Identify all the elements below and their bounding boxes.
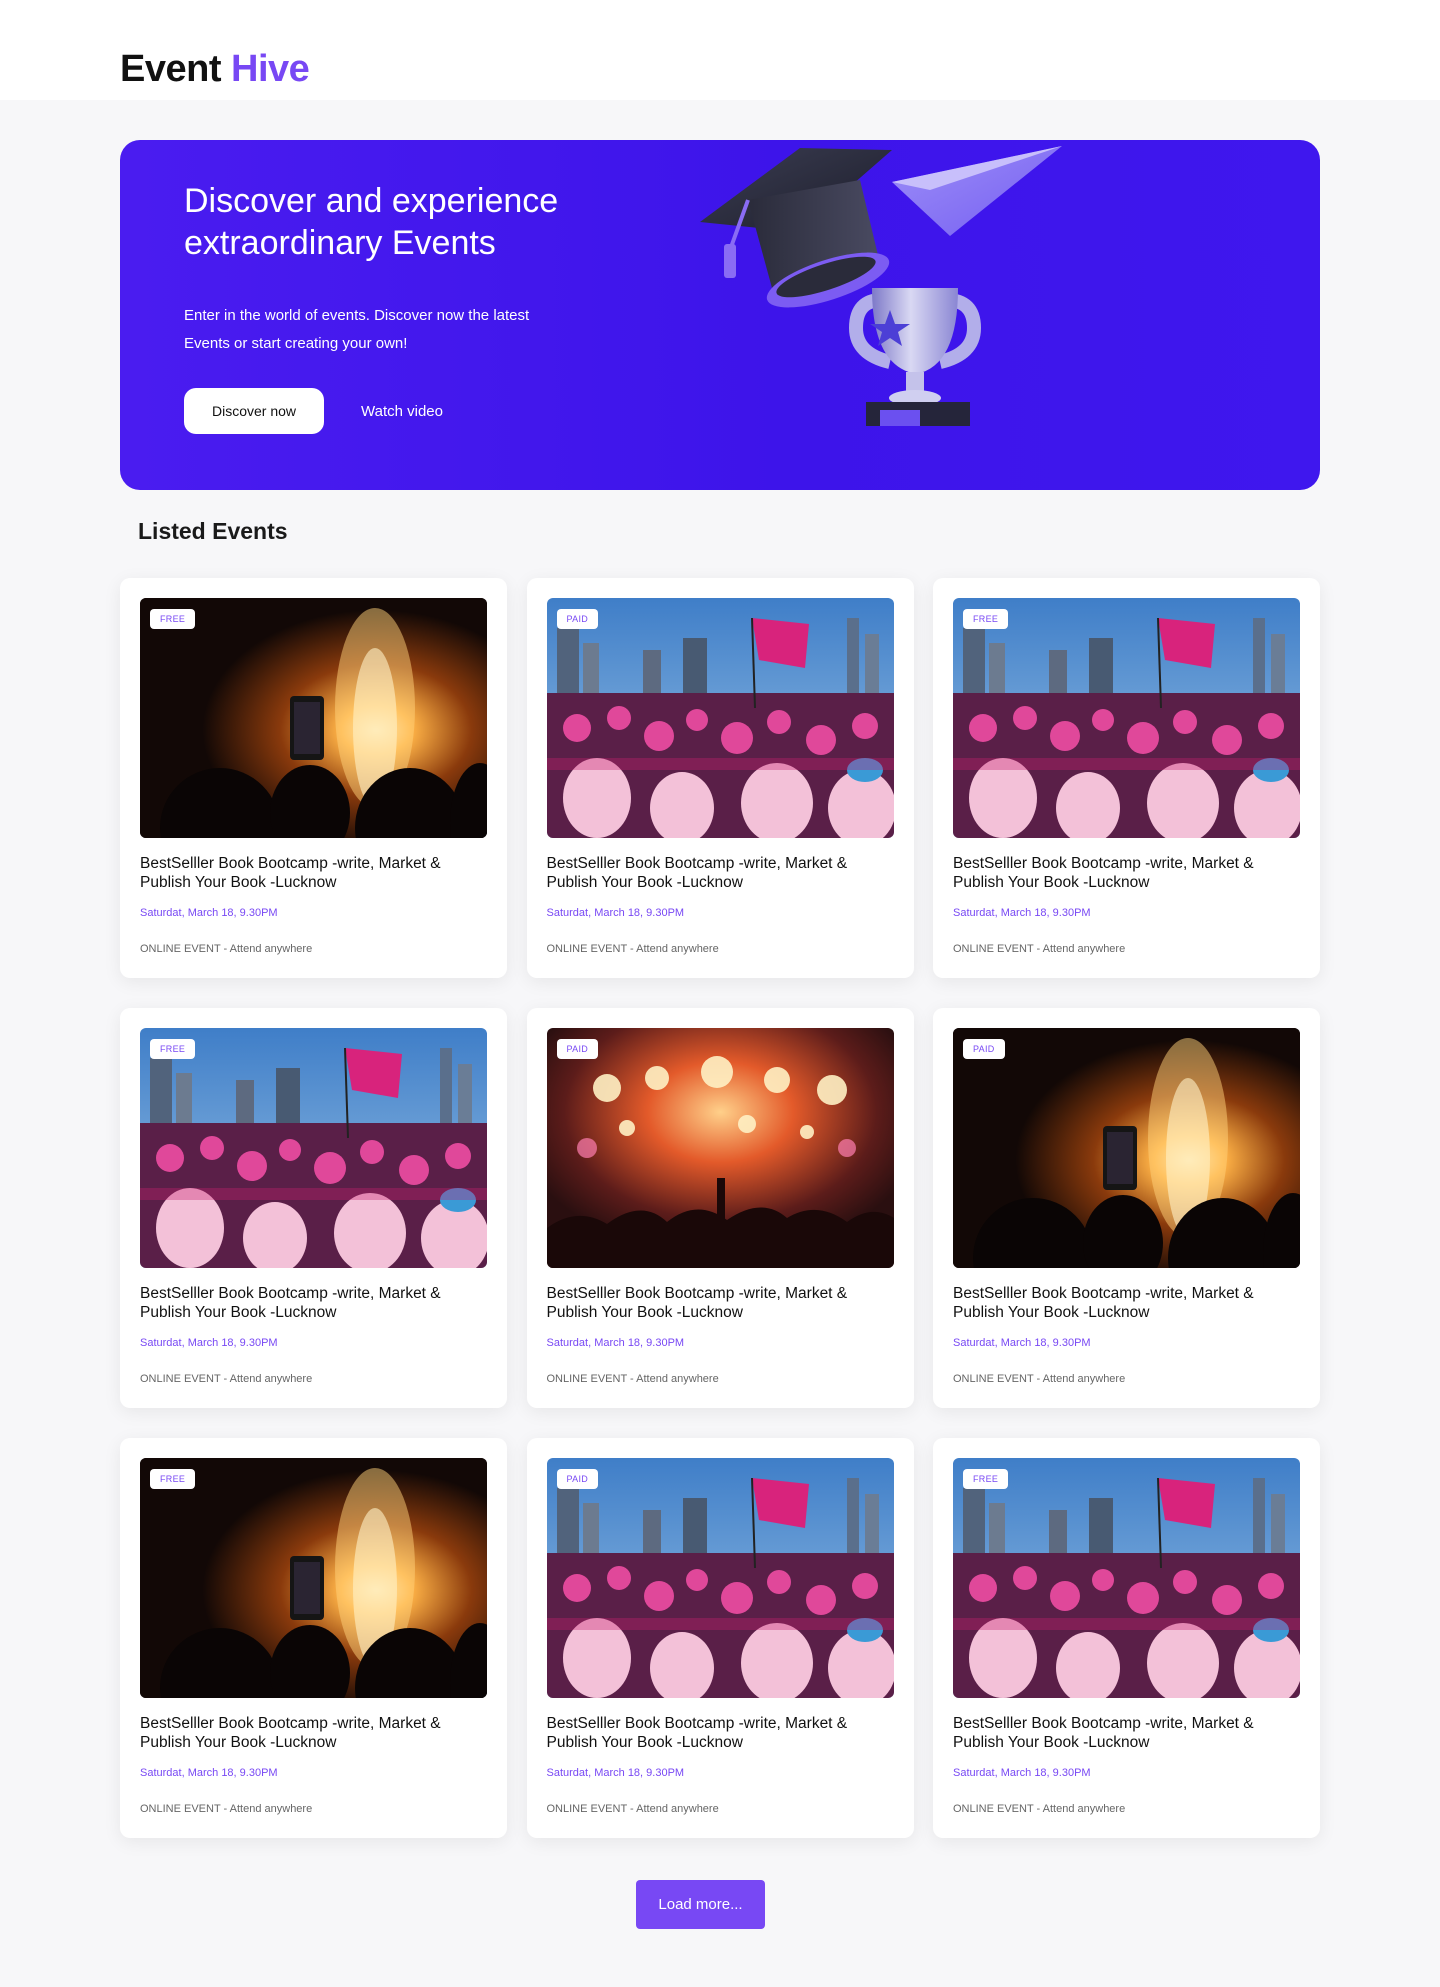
price-badge: PAID <box>556 1469 599 1489</box>
event-image[interactable]: PAID <box>546 1028 894 1268</box>
hero-subtitle: Enter in the world of events. Discover n… <box>184 307 530 352</box>
event-card[interactable]: PAID BestSelller Book Bootcamp -write, M… <box>933 1008 1320 1408</box>
event-image[interactable]: FREE <box>140 598 487 838</box>
event-image[interactable]: FREE <box>953 598 1300 838</box>
watch-video-button[interactable]: Watch video <box>342 388 462 434</box>
event-image[interactable]: PAID <box>953 1028 1300 1268</box>
price-badge: PAID <box>556 1039 599 1059</box>
hero-illustration <box>700 146 1062 426</box>
event-location: ONLINE EVENT - Attend anywhere <box>546 943 719 955</box>
event-date: Saturdat, March 18, 9.30PM <box>953 1767 1091 1779</box>
hero-banner: Discover and experience extraordinary Ev… <box>120 140 1320 490</box>
event-location: ONLINE EVENT - Attend anywhere <box>140 1803 313 1815</box>
trophy-icon <box>848 288 982 426</box>
event-card[interactable]: FREE BestSelller Book Bootcamp -write, M… <box>120 1438 507 1838</box>
event-title[interactable]: BestSelller Book Bootcamp -write, Market… <box>953 1284 1283 1322</box>
event-card[interactable]: PAID BestSelller Book Bootcamp -write, M… <box>526 578 914 978</box>
brand-name-part1: Event <box>120 48 221 90</box>
discover-now-button[interactable]: Discover now <box>184 388 324 434</box>
event-location: ONLINE EVENT - Attend anywhere <box>140 1373 313 1385</box>
event-title[interactable]: BestSelller Book Bootcamp -write, Market… <box>547 854 877 892</box>
event-location: ONLINE EVENT - Attend anywhere <box>546 1803 719 1815</box>
event-image[interactable]: PAID <box>546 598 894 838</box>
event-title[interactable]: BestSelller Book Bootcamp -write, Market… <box>140 1284 470 1322</box>
brand-name-part2: Hive <box>231 48 310 90</box>
price-badge: FREE <box>150 1469 196 1489</box>
event-location: ONLINE EVENT - Attend anywhere <box>953 943 1126 955</box>
event-card[interactable]: PAID BestSelller Book Bootcamp -write, M… <box>526 1438 914 1838</box>
event-date: Saturdat, March 18, 9.30PM <box>140 1337 278 1349</box>
event-location: ONLINE EVENT - Attend anywhere <box>953 1803 1126 1815</box>
event-card[interactable]: FREE BestSelller Book Bootcamp -write, M… <box>933 578 1320 978</box>
brand-logo[interactable]: Event Hive <box>120 48 310 90</box>
event-title[interactable]: BestSelller Book Bootcamp -write, Market… <box>953 1714 1283 1752</box>
event-location: ONLINE EVENT - Attend anywhere <box>546 1373 719 1385</box>
event-date: Saturdat, March 18, 9.30PM <box>546 907 685 919</box>
event-card[interactable]: PAID BestSelller Book Bootcamp -write, M… <box>526 1008 914 1408</box>
price-badge: FREE <box>150 1039 196 1059</box>
price-badge: PAID <box>963 1039 1005 1059</box>
price-badge: FREE <box>963 1469 1009 1489</box>
event-location: ONLINE EVENT - Attend anywhere <box>140 943 313 955</box>
event-card[interactable]: FREE BestSelller Book Bootcamp -write, M… <box>120 578 507 978</box>
event-date: Saturdat, March 18, 9.30PM <box>953 907 1091 919</box>
hero-title: Discover and experience extraordinary Ev… <box>184 182 559 262</box>
event-location: ONLINE EVENT - Attend anywhere <box>953 1373 1126 1385</box>
event-date: Saturdat, March 18, 9.30PM <box>953 1337 1091 1349</box>
event-card[interactable]: FREE BestSelller Book Bootcamp -write, M… <box>120 1008 507 1408</box>
load-more-button[interactable]: Load more... <box>636 1880 765 1929</box>
event-title[interactable]: BestSelller Book Bootcamp -write, Market… <box>140 1714 470 1752</box>
graduation-cap-icon <box>700 148 892 308</box>
event-title[interactable]: BestSelller Book Bootcamp -write, Market… <box>953 854 1283 892</box>
price-badge: PAID <box>556 609 599 629</box>
event-image[interactable]: FREE <box>140 1028 487 1268</box>
price-badge: FREE <box>963 609 1009 629</box>
section-title: Listed Events <box>138 518 288 544</box>
event-date: Saturdat, March 18, 9.30PM <box>140 907 278 919</box>
event-date: Saturdat, March 18, 9.30PM <box>546 1337 685 1349</box>
paper-plane-icon <box>892 146 1062 236</box>
event-title[interactable]: BestSelller Book Bootcamp -write, Market… <box>140 854 470 892</box>
price-badge: FREE <box>150 609 196 629</box>
event-image[interactable]: PAID <box>546 1458 894 1698</box>
events-grid: FREE BestSelller Book Bootcamp -write, M… <box>120 578 1320 1838</box>
event-title[interactable]: BestSelller Book Bootcamp -write, Market… <box>547 1714 877 1752</box>
event-image[interactable]: FREE <box>140 1458 487 1698</box>
event-image[interactable]: FREE <box>953 1458 1300 1698</box>
event-date: Saturdat, March 18, 9.30PM <box>546 1767 685 1779</box>
event-date: Saturdat, March 18, 9.30PM <box>140 1767 278 1779</box>
event-card[interactable]: FREE BestSelller Book Bootcamp -write, M… <box>933 1438 1320 1838</box>
event-title[interactable]: BestSelller Book Bootcamp -write, Market… <box>547 1284 877 1322</box>
